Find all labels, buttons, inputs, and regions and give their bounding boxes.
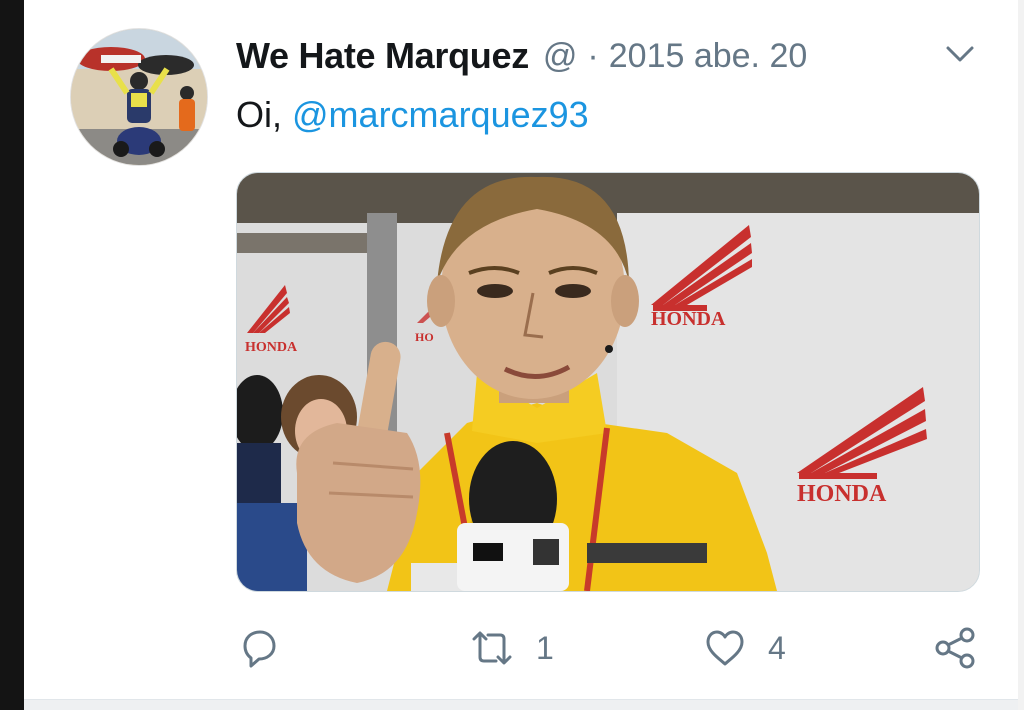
retweet-icon [472,631,512,665]
mention-link[interactable]: @marcmarquez93 [292,94,589,135]
tweet-media-image[interactable]: HONDA HO HONDA HONDA [236,172,980,592]
tweet-text: Oi, @marcmarquez93 [236,94,589,136]
media-brand-text-4: HO [415,330,434,344]
avatar[interactable] [70,28,208,166]
like-button[interactable]: 4 [702,620,786,676]
tweet-header: We Hate Marquez @ · 2015 abe. 20 [236,32,807,80]
avatar-image [71,29,207,165]
media-brand-text-2: HONDA [651,308,726,330]
display-name[interactable]: We Hate Marquez [236,35,529,77]
tweet-divider [24,699,1018,710]
header-separator: · [587,36,599,75]
share-icon [935,627,975,669]
reply-button[interactable] [236,620,282,676]
chevron-down-icon[interactable] [944,42,976,66]
media-brand-text-1: HONDA [245,340,298,355]
left-edge-strip [0,0,24,710]
user-handle[interactable]: @ [543,37,578,76]
media-photo: HONDA HO HONDA HONDA [237,173,979,591]
heart-icon [706,630,744,666]
tweet-date[interactable]: 2015 abe. 20 [609,37,808,76]
retweet-count: 1 [536,629,554,666]
like-count: 4 [768,629,786,666]
media-brand-text-3: HONDA [797,481,887,507]
tweet-text-prefix: Oi, [236,94,293,135]
reply-icon [243,630,276,668]
right-edge-strip [1018,0,1024,710]
retweet-button[interactable]: 1 [468,620,554,676]
share-button[interactable] [932,620,978,676]
tweet-action-bar: 1 4 [236,620,996,676]
